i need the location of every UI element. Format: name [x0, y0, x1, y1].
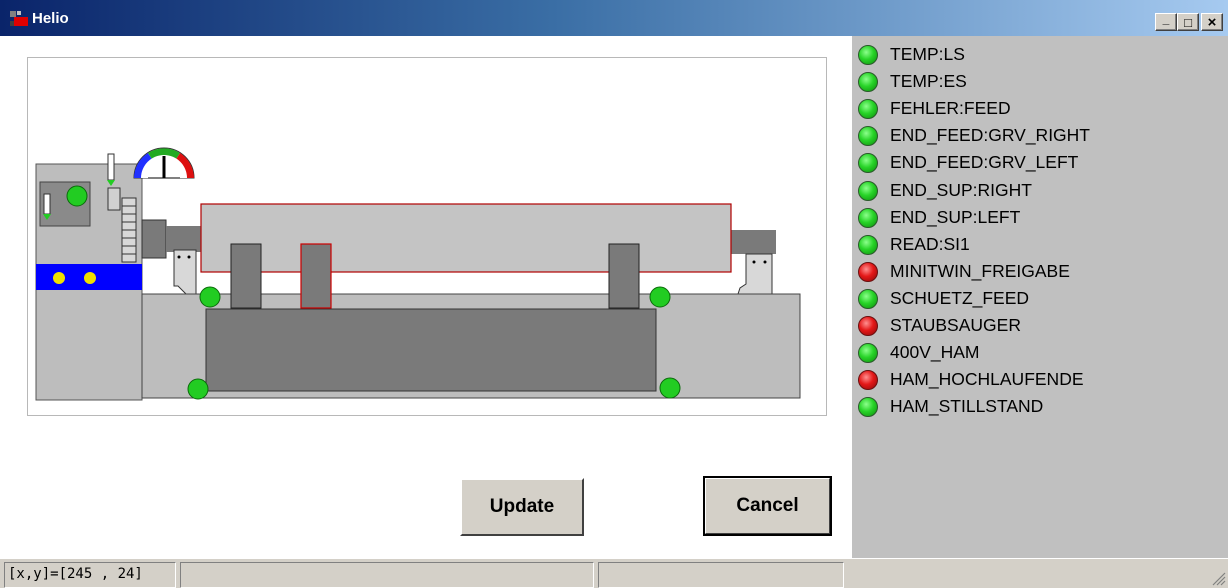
status-panel: TEMP:LS TEMP:ES FEHLER:FEED END_FEED:GRV… [852, 36, 1228, 558]
status-label: FEHLER:FEED [890, 98, 1011, 118]
green-led-icon [858, 234, 878, 255]
maximize-icon: □ [1184, 14, 1192, 30]
minimize-button[interactable]: _ [1155, 13, 1177, 31]
head-thermometer-icon [43, 193, 51, 215]
coordinates-readout: [x,y]=[245 , 24] [4, 562, 176, 588]
chuck [141, 219, 167, 259]
status-pane-4 [848, 562, 1204, 588]
status-item: MINITWIN_FREIGABE [858, 258, 1218, 285]
minimize-icon: _ [1162, 12, 1170, 26]
right-support-bracket [737, 253, 773, 295]
green-led-icon [858, 396, 878, 417]
status-label: MINITWIN_FREIGABE [890, 261, 1070, 281]
green-led-icon [858, 207, 878, 228]
update-button-label: Update [489, 496, 555, 517]
green-led-icon [858, 152, 878, 173]
yellow-indicator-2 [84, 272, 96, 284]
status-label: HAM_STILLSTAND [890, 396, 1044, 416]
status-label: HAM_HOCHLAUFENDE [890, 369, 1084, 389]
machine-diagram-frame [27, 57, 827, 416]
status-item: TEMP:ES [858, 68, 1218, 95]
green-led-icon [858, 342, 878, 363]
status-item: END_FEED:GRV_LEFT [858, 149, 1218, 176]
spindle-left [166, 226, 202, 252]
status-item: HAM_HOCHLAUFENDE [858, 366, 1218, 393]
red-led-icon [858, 315, 878, 336]
status-item: END_FEED:GRV_RIGHT [858, 122, 1218, 149]
window-title: Helio [32, 10, 69, 27]
status-item: STAUBSAUGER [858, 312, 1218, 339]
status-item: TEMP:LS [858, 41, 1218, 68]
update-button[interactable]: Update [460, 478, 584, 536]
green-led-icon [858, 71, 878, 92]
main-client-area: Update Cancel [0, 36, 852, 558]
maximize-button[interactable]: □ [1177, 13, 1199, 31]
status-label: TEMP:ES [890, 71, 967, 91]
status-item: END_SUP:LEFT [858, 204, 1218, 231]
status-label: 400V_HAM [890, 342, 980, 362]
status-item: READ:SI1 [858, 231, 1218, 258]
status-pane-3 [598, 562, 844, 588]
machine-diagram [35, 147, 801, 401]
status-item: SCHUETZ_FEED [858, 285, 1218, 312]
green-led-icon [858, 98, 878, 119]
green-led-icon [858, 125, 878, 146]
status-label: READ:SI1 [890, 234, 970, 254]
spindle-thermometer-icon [107, 153, 115, 181]
status-label: SCHUETZ_FEED [890, 288, 1030, 308]
feed-carriage [205, 308, 657, 392]
status-label: END_FEED:GRV_RIGHT [890, 125, 1090, 145]
sensor-led-top-right [649, 286, 671, 308]
tailstock-spindle [730, 230, 776, 254]
red-led-icon [858, 369, 878, 390]
status-label: END_FEED:GRV_LEFT [890, 152, 1079, 172]
workpiece-roll [200, 203, 732, 273]
app-icon [10, 11, 28, 26]
left-support-bracket [173, 249, 197, 295]
close-button[interactable]: × [1201, 13, 1223, 31]
cancel-button[interactable]: Cancel [703, 476, 832, 536]
support-left [230, 243, 262, 309]
status-label: TEMP:LS [890, 44, 965, 64]
title-bar[interactable]: Helio _ □ × [0, 0, 1228, 36]
close-icon: × [1207, 13, 1217, 31]
speed-gauge-icon [133, 147, 195, 179]
gear-upper [107, 187, 121, 211]
status-label: STAUBSAUGER [890, 315, 1021, 335]
cancel-button-label: Cancel [736, 495, 799, 516]
green-led-icon [858, 180, 878, 201]
green-led-icon [858, 288, 878, 309]
status-item: FEHLER:FEED [858, 95, 1218, 122]
sensor-led-top-left [199, 286, 221, 308]
red-led-icon [858, 261, 878, 282]
app-window: Helio _ □ × Update Cancel TEMP:LS TEMP:E… [0, 0, 1228, 588]
status-item: 400V_HAM [858, 339, 1218, 366]
status-label: END_SUP:LEFT [890, 207, 1021, 227]
green-led-icon [858, 44, 878, 65]
status-label: END_SUP:RIGHT [890, 180, 1032, 200]
status-item: END_SUP:RIGHT [858, 177, 1218, 204]
support-right [608, 243, 640, 309]
head-indicator-led [66, 185, 88, 207]
sensor-led-bottom-right [659, 377, 681, 399]
status-pane-2 [180, 562, 594, 588]
sensor-led-bottom-left [187, 378, 209, 400]
status-item: HAM_STILLSTAND [858, 393, 1218, 420]
yellow-indicator-1 [53, 272, 65, 284]
status-bar: [x,y]=[245 , 24] [0, 558, 1228, 588]
resize-grip-icon[interactable] [1210, 570, 1226, 586]
grinding-wheel-support [300, 243, 332, 309]
